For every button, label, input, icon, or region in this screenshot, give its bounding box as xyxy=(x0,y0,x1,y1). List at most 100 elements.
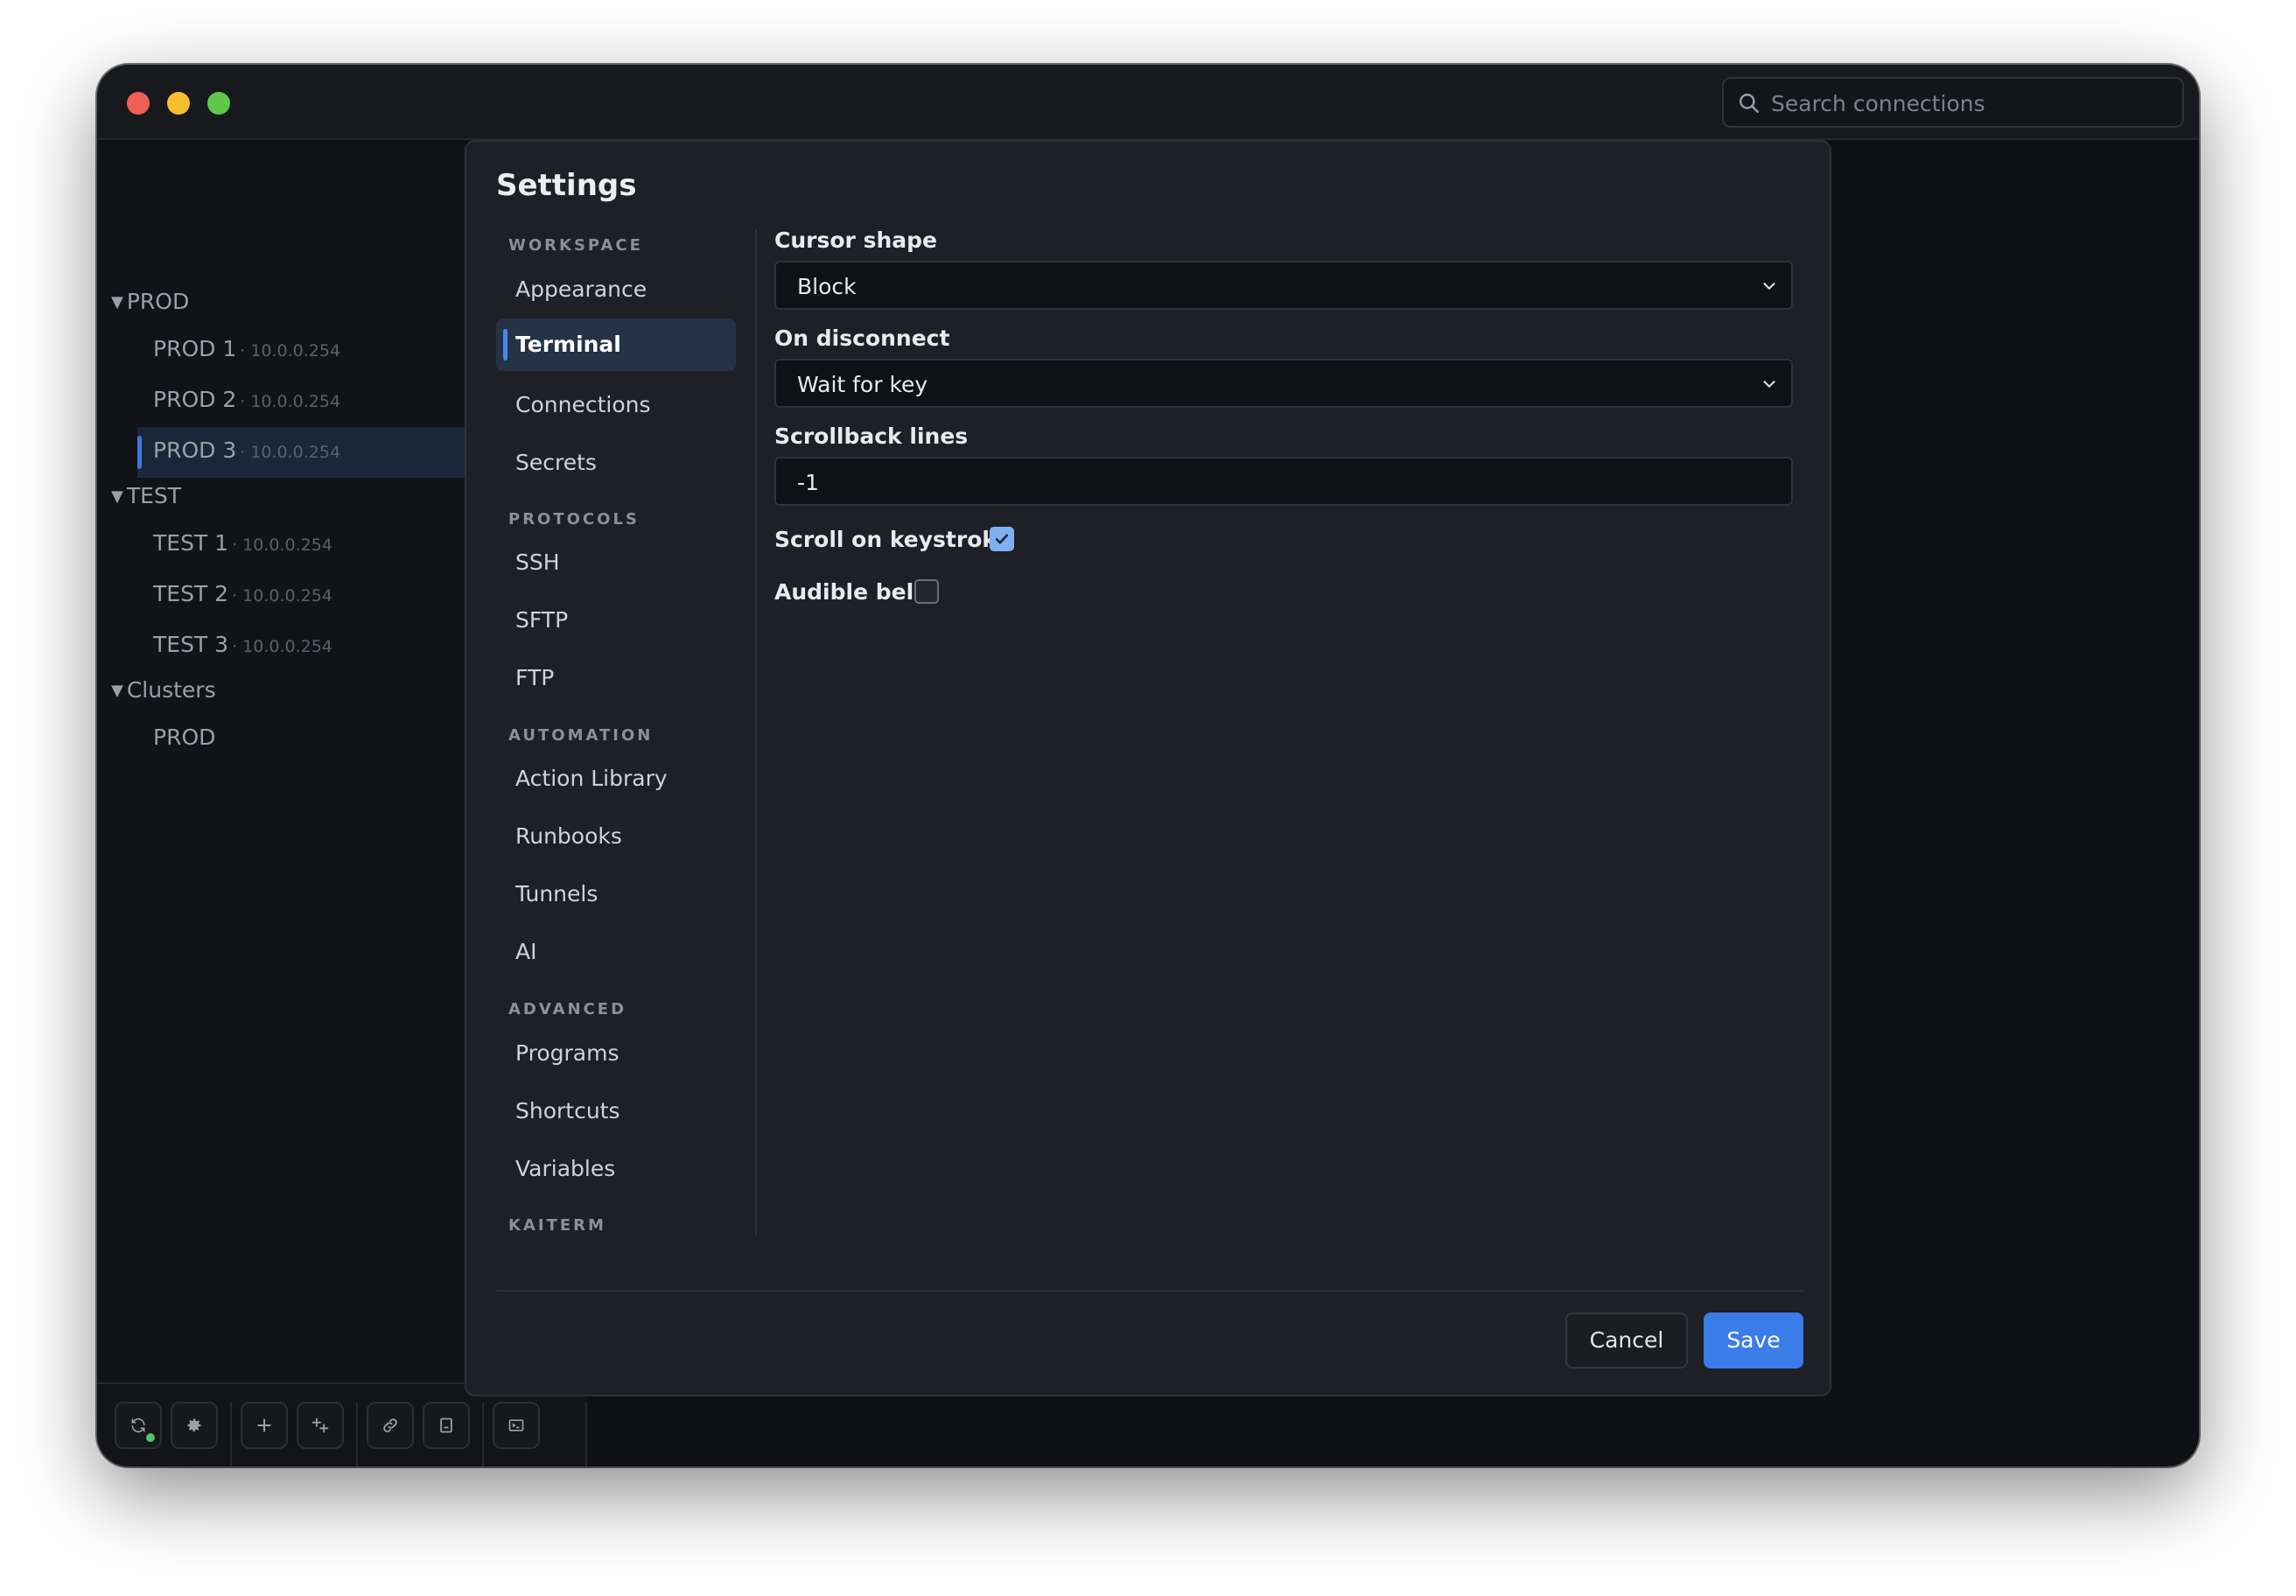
group-label: Clusters xyxy=(126,677,216,703)
nav-divider xyxy=(755,229,757,1236)
chevron-down-icon xyxy=(1763,283,1775,290)
connection-name: PROD 1 xyxy=(153,336,237,361)
connection-test-1[interactable]: TEST 1 · 10.0.0.254 xyxy=(153,530,332,556)
selected-indicator xyxy=(503,329,508,360)
connection-name: PROD 2 xyxy=(153,387,237,412)
nav-item-ftp[interactable]: FTP xyxy=(515,665,554,690)
scroll-on-keystroke-label: Scroll on keystroke xyxy=(774,527,1012,552)
connection-ip: · 10.0.0.254 xyxy=(240,392,341,411)
search-placeholder: Search connections xyxy=(1771,91,1985,116)
cursor-shape-label: Cursor shape xyxy=(774,228,937,253)
nav-item-shortcuts[interactable]: Shortcuts xyxy=(515,1098,620,1124)
nav-section-automation: AUTOMATION xyxy=(508,726,654,745)
group-clusters[interactable]: ▼ Clusters xyxy=(111,677,216,703)
toolbar-separator xyxy=(356,1402,358,1466)
connection-ip: · 10.0.0.254 xyxy=(232,586,332,606)
nav-item-connections[interactable]: Connections xyxy=(515,392,650,417)
audible-bell-label: Audible bell xyxy=(774,579,921,605)
connection-test-2[interactable]: TEST 2 · 10.0.0.254 xyxy=(153,581,332,606)
app-window: Search connections ▼ PROD PROD 1 · 10.0.0.… xyxy=(97,65,2199,1466)
nav-section-kaiterm: KAITERM xyxy=(508,1216,606,1235)
nav-item-sftp[interactable]: SFTP xyxy=(515,607,568,633)
connection-ip: · 10.0.0.254 xyxy=(232,637,332,656)
connection-prod-3[interactable]: PROD 3 · 10.0.0.254 xyxy=(153,438,340,463)
group-label: TEST xyxy=(126,483,182,508)
nav-item-label: Terminal xyxy=(515,332,621,357)
connection-name: TEST 1 xyxy=(153,530,229,556)
cluster-prod[interactable]: PROD xyxy=(153,724,215,750)
nav-item-secrets[interactable]: Secrets xyxy=(515,450,597,475)
connection-test-3[interactable]: TEST 3 · 10.0.0.254 xyxy=(153,632,332,657)
expand-triangle-icon: ▼ xyxy=(111,682,123,700)
connection-name: PROD xyxy=(153,724,216,750)
nav-item-terminal[interactable]: Terminal xyxy=(496,318,736,371)
checkmark-icon xyxy=(995,534,1009,544)
nav-section-protocols: PROTOCOLS xyxy=(508,510,640,528)
select-value: Block xyxy=(797,274,857,299)
save-button[interactable]: Save xyxy=(1704,1312,1803,1368)
search-connections[interactable]: Search connections xyxy=(1722,77,2184,128)
link-button[interactable] xyxy=(367,1402,414,1449)
group-test[interactable]: ▼ TEST xyxy=(111,483,181,508)
bookmark-button[interactable] xyxy=(423,1402,470,1449)
cancel-button[interactable]: Cancel xyxy=(1565,1312,1688,1368)
nav-item-tunnels[interactable]: Tunnels xyxy=(515,881,598,906)
minimize-window-button[interactable] xyxy=(167,92,190,115)
expand-triangle-icon: ▼ xyxy=(111,487,123,506)
scrollback-lines-input[interactable]: -1 xyxy=(774,457,1793,506)
settings-button[interactable] xyxy=(171,1402,218,1449)
nav-section-workspace: WORKSPACE xyxy=(508,236,643,255)
connection-name: TEST 2 xyxy=(153,581,229,606)
nav-item-ai[interactable]: AI xyxy=(515,939,536,964)
status-dot xyxy=(146,1433,155,1442)
toolbar-separator xyxy=(585,1402,587,1466)
expand-triangle-icon: ▼ xyxy=(111,293,123,312)
nav-item-variables[interactable]: Variables xyxy=(515,1156,615,1181)
nav-item-runbooks[interactable]: Runbooks xyxy=(515,823,622,849)
add-connection-button[interactable] xyxy=(241,1402,288,1449)
connection-ip: · 10.0.0.254 xyxy=(232,536,332,555)
nav-item-ssh[interactable]: SSH xyxy=(515,550,560,575)
sync-icon xyxy=(131,1418,145,1433)
footer-divider xyxy=(496,1290,1803,1292)
close-window-button[interactable] xyxy=(127,92,150,115)
toolbar-separator xyxy=(482,1402,484,1466)
toolbar-separator xyxy=(230,1402,232,1466)
connections-sidebar: ▼ PROD PROD 1 · 10.0.0.254 PROD 2 · 10.0.0.… xyxy=(97,142,465,1466)
select-value: Wait for key xyxy=(797,372,928,397)
connection-prod-1[interactable]: PROD 1 · 10.0.0.254 xyxy=(153,336,340,361)
group-prod[interactable]: ▼ PROD xyxy=(111,289,189,314)
settings-title: Settings xyxy=(496,168,637,203)
title-bar: Search connections xyxy=(97,65,2199,140)
link-icon xyxy=(383,1418,397,1432)
gear-icon xyxy=(187,1418,201,1432)
connection-prod-2[interactable]: PROD 2 · 10.0.0.254 xyxy=(153,387,340,412)
cursor-shape-select[interactable]: Block xyxy=(774,261,1793,310)
connection-name: PROD 3 xyxy=(153,438,237,463)
add-group-button[interactable] xyxy=(297,1402,344,1449)
plus-icon xyxy=(257,1418,271,1432)
input-value: -1 xyxy=(797,470,819,495)
nav-item-appearance[interactable]: Appearance xyxy=(515,276,647,302)
group-label: PROD xyxy=(126,289,190,314)
nav-item-action-library[interactable]: Action Library xyxy=(515,766,668,791)
scroll-on-keystroke-checkbox[interactable] xyxy=(990,527,1014,551)
audible-bell-checkbox[interactable] xyxy=(914,579,939,604)
terminal-icon xyxy=(508,1419,524,1432)
nav-section-advanced: ADVANCED xyxy=(508,1000,627,1018)
sync-button[interactable] xyxy=(115,1402,162,1449)
bookmark-icon xyxy=(440,1418,452,1433)
on-disconnect-select[interactable]: Wait for key xyxy=(774,359,1793,408)
terminal-button[interactable] xyxy=(493,1402,540,1449)
scrollback-lines-label: Scrollback lines xyxy=(774,424,969,449)
connection-name: TEST 3 xyxy=(153,632,229,657)
nav-item-programs[interactable]: Programs xyxy=(515,1040,620,1066)
on-disconnect-label: On disconnect xyxy=(774,326,950,351)
zoom-window-button[interactable] xyxy=(207,92,230,115)
connection-ip: · 10.0.0.254 xyxy=(240,443,341,462)
chevron-down-icon xyxy=(1763,381,1775,388)
add-group-icon xyxy=(312,1418,329,1433)
search-icon xyxy=(1740,94,1759,113)
connection-ip: · 10.0.0.254 xyxy=(240,341,341,360)
settings-dialog: Settings WORKSPACE Appearance Terminal C… xyxy=(465,140,1831,1396)
